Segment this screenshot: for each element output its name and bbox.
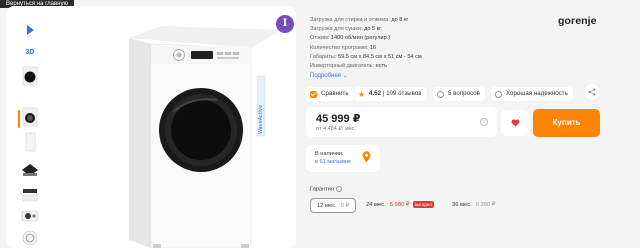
warranty-price: 5 980 ₽ bbox=[389, 202, 410, 208]
warranty-option[interactable]: 24 мес. 5 980 ₽ выгодно bbox=[360, 198, 440, 213]
thumb-top[interactable] bbox=[18, 185, 42, 205]
warranty-option[interactable]: 36 мес. 8 280 ₽ bbox=[446, 198, 502, 213]
gallery-card: 3D WaveActive bbox=[6, 6, 296, 248]
share-icon bbox=[588, 88, 596, 96]
warranty-title: Гарантия bbox=[310, 186, 334, 193]
specs-list: Загрузка для стирки и отжима: до 8 кг За… bbox=[310, 16, 510, 81]
spec-key: Загрузка для сушки: bbox=[310, 26, 363, 33]
rating-button[interactable]: ★ 4.52 | 109 отзывов bbox=[354, 87, 427, 101]
shield-check-icon bbox=[495, 90, 502, 98]
washer-back-thumb-icon bbox=[22, 230, 38, 246]
reliability-label: Хорошая надежность bbox=[506, 90, 568, 97]
thumb-back[interactable] bbox=[18, 228, 42, 248]
heart-icon bbox=[511, 119, 519, 127]
washer-thumb-icon bbox=[22, 66, 38, 86]
compare-button[interactable]: Сравнить bbox=[306, 87, 354, 101]
washer-side-thumb-icon bbox=[25, 132, 36, 152]
warranty-term: 36 мес. bbox=[452, 202, 472, 208]
spec-row: Отжим: 1400 об/мин (регулир.) bbox=[310, 34, 510, 43]
spec-key: Количество программ: bbox=[310, 44, 369, 51]
spec-value: до 5 кг bbox=[364, 26, 382, 33]
star-icon: ★ bbox=[358, 89, 366, 99]
warranty-term: 12 мес. bbox=[317, 203, 337, 209]
warranty-option[interactable]: 12 мес. 0 ₽ bbox=[310, 198, 357, 213]
warranty-price: 8 280 ₽ bbox=[475, 202, 496, 208]
spec-row: Загрузка для стирки и отжима: до 8 кг bbox=[310, 16, 510, 25]
more-details-link[interactable]: Подробнее ⌄ bbox=[310, 71, 510, 81]
thumb-panel[interactable] bbox=[18, 206, 42, 226]
thumb-side[interactable] bbox=[18, 132, 42, 152]
warranty-term: 24 мес. bbox=[366, 202, 386, 208]
favorite-button[interactable] bbox=[501, 110, 529, 136]
reliability-badge[interactable]: Хорошая надежность bbox=[491, 87, 573, 101]
checkbox-icon bbox=[310, 90, 317, 98]
thumb-video[interactable] bbox=[18, 20, 42, 40]
spec-key: Отжим: bbox=[310, 35, 330, 42]
thumb-open-door[interactable] bbox=[18, 107, 42, 127]
washer-open-thumb-icon bbox=[22, 107, 38, 127]
questions-button[interactable]: 5 вопросов bbox=[433, 87, 485, 101]
rating-value: 4.52 bbox=[369, 90, 382, 97]
warranty-price: 0 ₽ bbox=[340, 203, 350, 209]
washer-top-thumb-icon bbox=[22, 189, 38, 202]
stock-card[interactable]: В наличии в 61 магазине bbox=[306, 145, 380, 172]
product-main-image[interactable]: WaveActive bbox=[121, 26, 281, 248]
stores-link[interactable]: в 61 магазине bbox=[315, 159, 351, 165]
location-pin-icon bbox=[362, 151, 371, 163]
questions-count: 5 вопросов bbox=[448, 90, 480, 97]
spec-value: есть bbox=[375, 63, 388, 70]
product-page: Вернуться на главную 3D WaveActive I Заг… bbox=[0, 0, 640, 248]
spec-key: Инверторный двигатель: bbox=[310, 63, 375, 70]
spec-row: Габариты: 59.5 см x 84.5 см x 51 см - 54… bbox=[310, 53, 510, 62]
price-info-icon[interactable]: i bbox=[480, 118, 488, 126]
credit-price[interactable]: от 4 484 ₽/ мес. bbox=[316, 126, 356, 132]
washer-drum-thumb-icon bbox=[22, 164, 38, 176]
spec-value: 59.5 см x 84.5 см x 51 см - 54 см bbox=[337, 53, 422, 60]
price-value: 45 999 ₽ bbox=[316, 113, 361, 125]
spec-row: Количество программ: 16 bbox=[310, 44, 510, 53]
warranty-heading: Гарантия bbox=[310, 186, 342, 192]
spec-value: до 8 кг bbox=[391, 17, 409, 23]
washer-panel-thumb-icon bbox=[21, 210, 39, 222]
brand-logo[interactable]: gorenje bbox=[558, 15, 597, 27]
product-actions: Сравнить ★ 4.52 | 109 отзывов 5 вопросов… bbox=[306, 84, 602, 104]
spec-key: Габариты: bbox=[310, 53, 337, 60]
3d-label: 3D bbox=[25, 48, 35, 56]
warranty-info-icon[interactable] bbox=[335, 186, 342, 192]
inverter-label-art: WaveActive bbox=[258, 105, 264, 134]
question-bubble-icon bbox=[437, 90, 444, 98]
spec-row: Инверторный двигатель: есть bbox=[310, 62, 510, 71]
stock-status: В наличии bbox=[315, 151, 343, 157]
thumb-front[interactable] bbox=[18, 66, 42, 86]
price-card: 45 999 ₽ от 4 484 ₽/ мес. i bbox=[306, 107, 497, 137]
spec-row: Загрузка для сушки: до 5 кг bbox=[310, 25, 510, 34]
spec-key: Загрузка для стирки и отжима: bbox=[310, 17, 390, 23]
warranty-badge: выгодно bbox=[412, 200, 434, 208]
thumb-drum[interactable] bbox=[18, 160, 42, 180]
play-icon bbox=[26, 25, 34, 35]
brand-badge-icon[interactable]: I bbox=[276, 15, 294, 33]
share-button[interactable] bbox=[584, 84, 600, 100]
spec-value: 16 bbox=[369, 44, 377, 51]
thumb-3d[interactable]: 3D bbox=[18, 42, 42, 62]
compare-label: Сравнить bbox=[321, 90, 349, 97]
reviews-count: | 109 отзывов bbox=[382, 90, 422, 97]
spec-value: 1400 об/мин (регулир.) bbox=[330, 35, 391, 42]
buy-button[interactable]: Купить bbox=[533, 109, 600, 137]
